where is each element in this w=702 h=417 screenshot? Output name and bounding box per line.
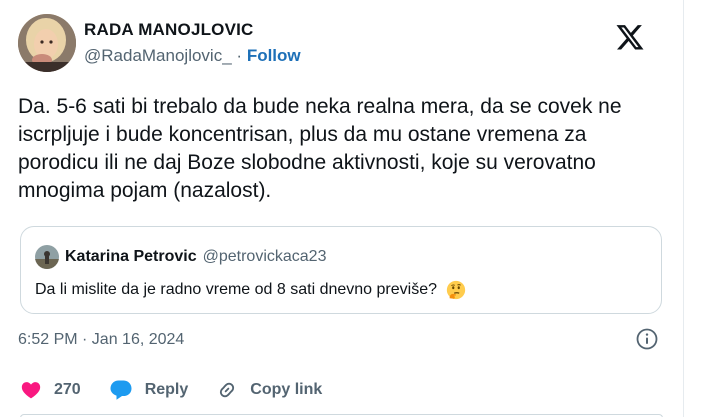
heart-icon [21, 382, 41, 399]
author-avatar[interactable] [18, 14, 76, 72]
like-button[interactable]: 270 [20, 379, 81, 401]
author-handle-row: @RadaManojlovic_ · Follow [84, 46, 301, 66]
quoted-author-name: Katarina Petrovic [65, 248, 197, 265]
tweet-timestamp[interactable]: 6:52 PM · Jan 16, 2024 [18, 331, 184, 349]
thinking-face-icon [446, 280, 466, 300]
copy-link-button[interactable]: Copy link [216, 379, 322, 401]
info-icon[interactable] [635, 327, 659, 351]
quoted-tweet[interactable]: Katarina Petrovic @petrovickaca23 Da li … [20, 226, 662, 314]
reply-label: Reply [144, 381, 189, 398]
reply-button[interactable]: Reply [109, 379, 189, 401]
copy-link-label: Copy link [250, 381, 323, 398]
author-name-block: RADA MANOJLOVIC @RadaManojlovic_ · Follo… [84, 20, 301, 66]
quoted-tweet-header: Katarina Petrovic @petrovickaca23 [35, 245, 326, 269]
author-display-name[interactable]: RADA MANOJLOVIC [84, 20, 301, 40]
reply-bubble-icon [110, 380, 132, 400]
quoted-tweet-text-row: Da li mislite da je radno vreme od 8 sat… [35, 279, 467, 301]
tweet-embed-card: RADA MANOJLOVIC @RadaManojlovic_ · Follo… [0, 0, 684, 417]
follow-button[interactable]: Follow [247, 46, 301, 65]
tweet-text: Da. 5-6 sati bi trebalo da bude neka rea… [18, 95, 622, 202]
quoted-author-handle: @petrovickaca23 [202, 248, 327, 265]
quoted-author-avatar [35, 245, 59, 269]
handle-separator: · [236, 46, 243, 65]
link-icon [220, 382, 235, 398]
tweet-actions: 270 Reply Copy link [20, 377, 350, 403]
tweet-header: RADA MANOJLOVIC @RadaManojlovic_ · Follo… [18, 14, 665, 78]
like-count: 270 [54, 381, 81, 398]
author-handle[interactable]: @RadaManojlovic_ [84, 46, 232, 65]
x-logo-icon[interactable] [615, 22, 645, 52]
quoted-tweet-text: Da li mislite da je radno vreme od 8 sat… [35, 281, 437, 298]
